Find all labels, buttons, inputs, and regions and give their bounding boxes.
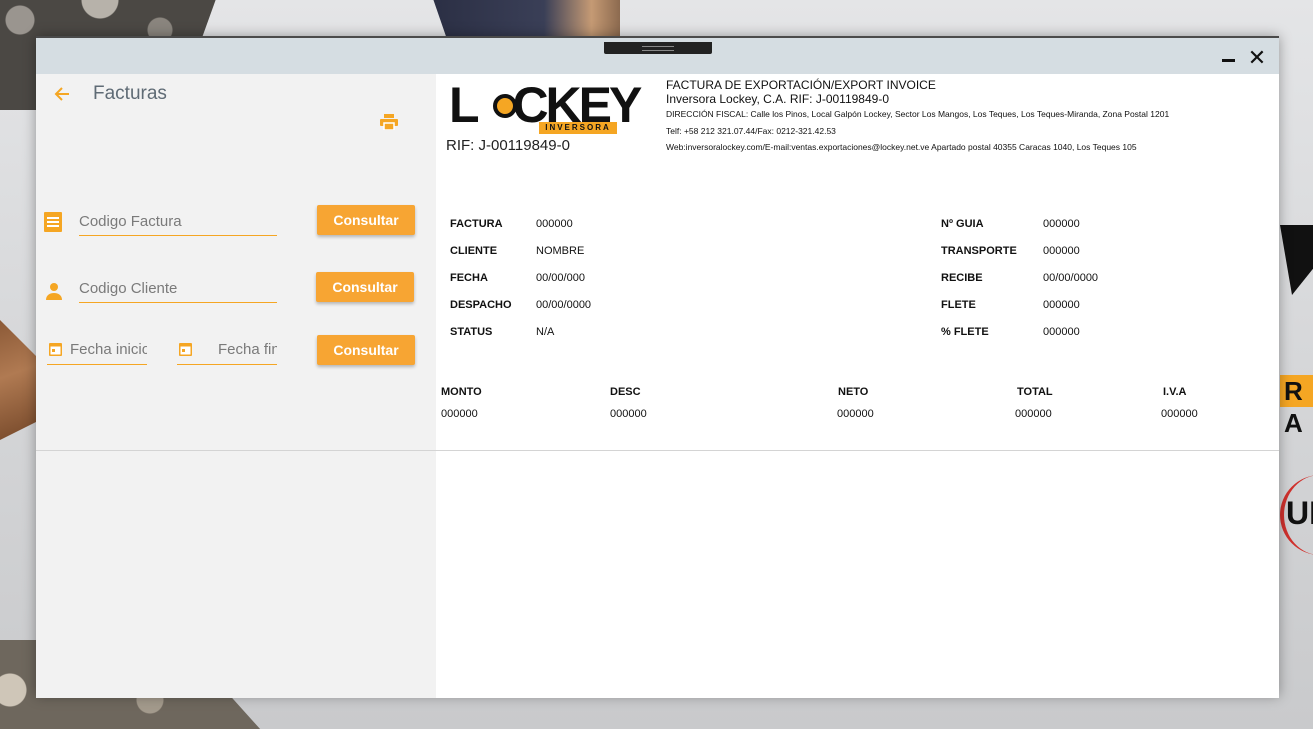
- person-icon: [45, 282, 63, 302]
- totals-value: 000000: [441, 408, 478, 420]
- title-bar[interactable]: ✕: [36, 38, 1279, 74]
- field-label: FECHA: [450, 272, 488, 284]
- company-info: FACTURA DE EXPORTACIÓN/EXPORT INVOICE In…: [666, 78, 1169, 156]
- company-web: Web:inversoralockey.com/E-mail:ventas.ex…: [666, 142, 1137, 152]
- invoice-panel: LOCKEY INVERSORA RIF: J-00119849-0 FACTU…: [436, 74, 1279, 698]
- field-value: N/A: [536, 326, 555, 338]
- panel-divider: [436, 450, 1279, 451]
- rif-label: RIF: J-00119849-0: [446, 137, 570, 154]
- date-end-input[interactable]: [177, 339, 277, 365]
- app-window: ✕ Facturas Cons: [36, 36, 1279, 698]
- totals-value: 000000: [1161, 408, 1198, 420]
- arrow-left-icon[interactable]: [52, 84, 74, 106]
- field-value: 000000: [1043, 326, 1080, 338]
- totals-header: I.V.A: [1163, 386, 1187, 398]
- field-value: 00/00/0000: [536, 299, 592, 311]
- totals-value: 000000: [610, 408, 647, 420]
- field-value: 000000: [1043, 218, 1080, 230]
- field-label: % FLETE: [941, 326, 989, 338]
- field-label: RECIBE: [941, 272, 983, 284]
- consult-client-button[interactable]: Consultar: [316, 272, 414, 302]
- company-address: DIRECCIÓN FISCAL: Calle los Pinos, Local…: [666, 109, 1170, 119]
- field-label: Nº GUIA: [941, 218, 984, 230]
- consult-invoice-button[interactable]: Consultar: [317, 205, 415, 235]
- totals-value: 000000: [1015, 408, 1052, 420]
- company-name: Inversora Lockey, C.A. RIF: J-00119849-0: [666, 92, 889, 106]
- key-icon: [493, 94, 517, 118]
- field-value: 00/00/0000: [1043, 272, 1099, 284]
- field-value: 00/00/000: [536, 272, 585, 284]
- invoice-code-input[interactable]: [79, 212, 277, 236]
- totals-value: 000000: [837, 408, 874, 420]
- field-label: TRANSPORTE: [941, 245, 1017, 257]
- field-label: STATUS: [450, 326, 493, 338]
- printer-icon[interactable]: [380, 114, 400, 132]
- logo-subtitle: INVERSORA: [539, 122, 617, 134]
- panel-divider: [36, 450, 436, 451]
- field-value: 000000: [1043, 245, 1080, 257]
- totals-header: TOTAL: [1017, 386, 1053, 398]
- date-start-input[interactable]: [47, 339, 147, 365]
- field-value: 000000: [1043, 299, 1080, 311]
- totals-header: DESC: [610, 386, 641, 398]
- totals-header: NETO: [838, 386, 869, 398]
- field-value: NOMBRE: [536, 245, 585, 257]
- page-title: Facturas: [93, 83, 167, 104]
- minimize-icon[interactable]: [1218, 48, 1238, 68]
- invoice-type: FACTURA DE EXPORTACIÓN/EXPORT INVOICE: [666, 78, 936, 92]
- field-label: CLIENTE: [450, 245, 498, 257]
- field-label: FACTURA: [450, 218, 503, 230]
- drag-handle[interactable]: [604, 42, 712, 54]
- company-phone: Telf: +58 212 321.07.44/Fax: 0212-321.42…: [666, 125, 836, 136]
- client-code-input[interactable]: [79, 279, 277, 303]
- background-brand-tile: R A: [1280, 375, 1313, 438]
- consult-date-button[interactable]: Consultar: [317, 335, 415, 365]
- close-icon[interactable]: ✕: [1247, 47, 1267, 69]
- search-panel: Facturas Consultar: [36, 74, 436, 698]
- totals-header: MONTO: [441, 386, 482, 398]
- company-logo: LOCKEY INVERSORA: [449, 80, 642, 134]
- field-value: 000000: [536, 218, 573, 230]
- field-label: DESPACHO: [450, 299, 512, 311]
- field-label: FLETE: [941, 299, 976, 311]
- document-icon: [44, 212, 62, 232]
